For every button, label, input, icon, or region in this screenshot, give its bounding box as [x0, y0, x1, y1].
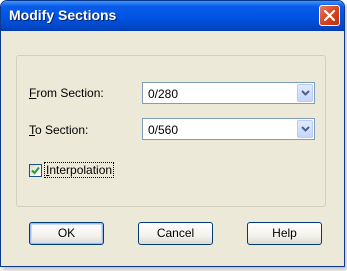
cancel-button[interactable]: Cancel [138, 222, 213, 245]
title-bar[interactable]: Modify Sections [1, 1, 344, 31]
dialog-title: Modify Sections [9, 7, 117, 23]
ok-button[interactable]: OK [29, 222, 104, 245]
to-section-value: 0/560 [148, 123, 179, 137]
modify-sections-dialog: Modify Sections From Section: 0/280 To S… [0, 0, 345, 267]
help-button[interactable]: Help [247, 222, 322, 245]
from-section-dropdown-arrow[interactable] [297, 84, 313, 102]
checkmark-icon [31, 166, 40, 175]
from-section-label: From Section: [29, 86, 104, 100]
close-icon [324, 10, 335, 21]
chevron-down-icon [301, 90, 310, 96]
chevron-down-icon [301, 126, 310, 132]
interpolation-label[interactable]: Interpolation [44, 162, 115, 178]
to-section-label: To Section: [29, 123, 89, 137]
to-section-dropdown[interactable]: 0/560 [142, 118, 315, 140]
to-section-dropdown-arrow[interactable] [297, 120, 313, 138]
from-section-dropdown[interactable]: 0/280 [142, 82, 315, 104]
interpolation-checkbox[interactable] [29, 164, 42, 177]
from-section-value: 0/280 [148, 87, 179, 101]
dialog-body: From Section: 0/280 To Section: 0/560 In… [5, 32, 340, 262]
sections-group: From Section: 0/280 To Section: 0/560 In… [16, 55, 326, 207]
close-button[interactable] [319, 5, 340, 26]
